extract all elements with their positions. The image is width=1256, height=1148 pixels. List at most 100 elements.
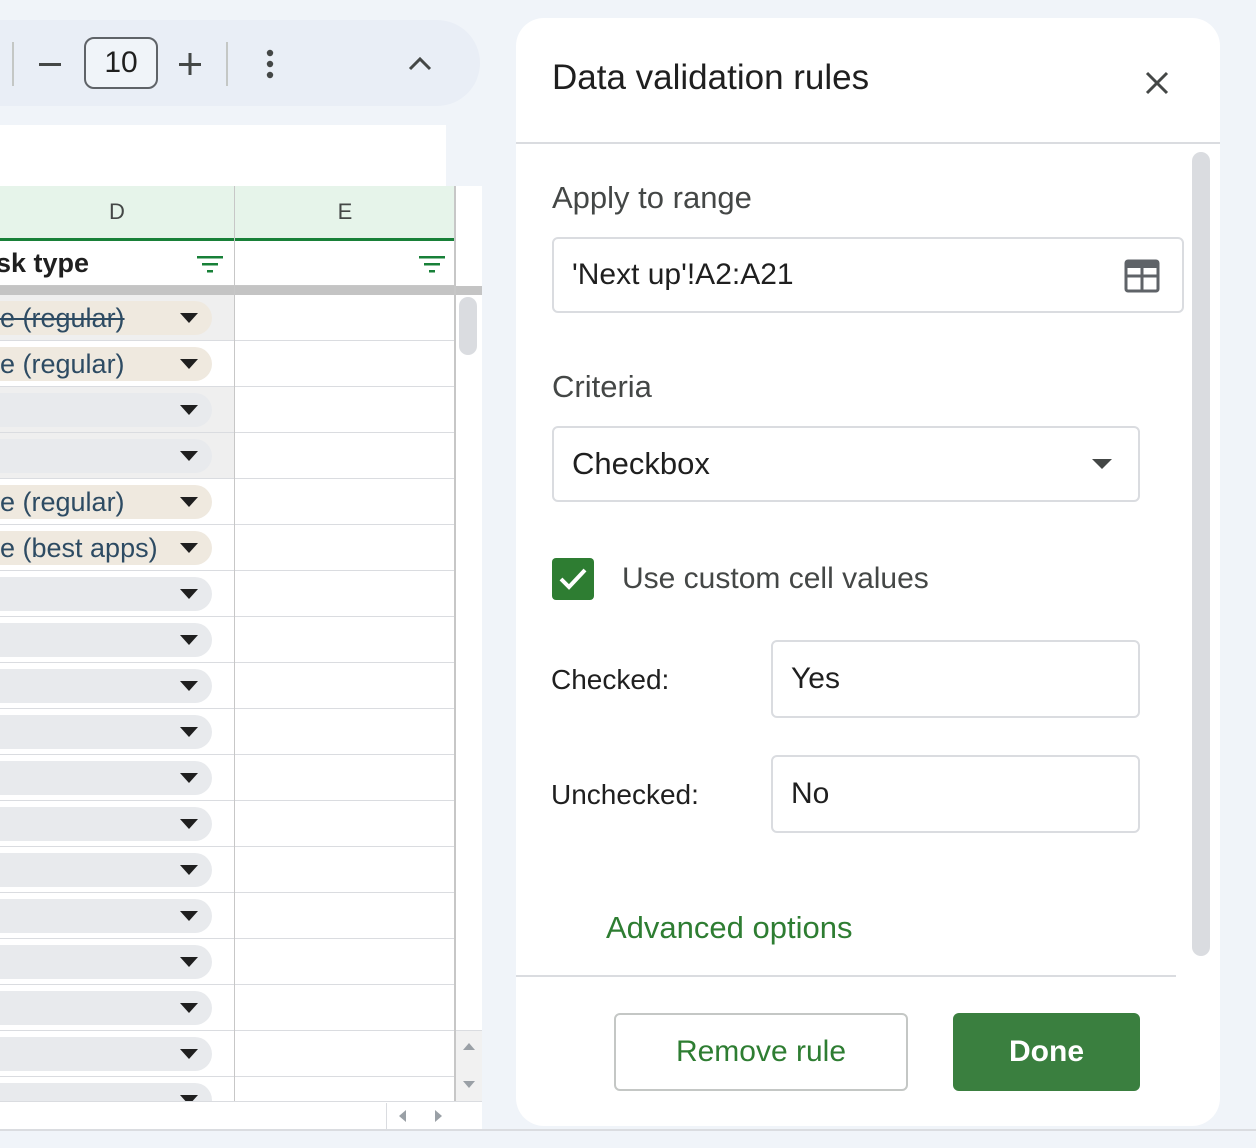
use-custom-values-checkbox[interactable] <box>552 558 594 600</box>
freeze-divider[interactable] <box>0 286 482 295</box>
more-options-button[interactable] <box>250 42 290 86</box>
dropdown-arrow-icon[interactable] <box>180 497 198 507</box>
increase-font-size-button[interactable] <box>170 42 210 86</box>
close-icon[interactable] <box>1142 68 1172 98</box>
scroll-right-icon[interactable] <box>435 1110 442 1122</box>
cell-e[interactable] <box>235 939 455 984</box>
dropdown-chip[interactable]: e (regular) <box>0 347 212 381</box>
cell-task-type[interactable] <box>0 571 234 616</box>
dropdown-chip[interactable] <box>0 669 212 703</box>
cell-e[interactable] <box>235 433 455 478</box>
dropdown-chip[interactable] <box>0 1083 212 1101</box>
dropdown-arrow-icon[interactable] <box>180 451 198 461</box>
cell-task-type[interactable] <box>0 801 234 846</box>
dropdown-arrow-icon[interactable] <box>180 1003 198 1013</box>
dropdown-chip[interactable] <box>0 623 212 657</box>
collapse-toolbar-button[interactable] <box>398 42 442 86</box>
cell-e[interactable] <box>235 387 455 432</box>
cell-task-type[interactable]: e (regular) <box>0 295 234 340</box>
cell-task-type[interactable] <box>0 893 234 938</box>
horizontal-scrollbar[interactable] <box>0 1101 482 1129</box>
remove-rule-button[interactable]: Remove rule <box>614 1013 908 1091</box>
checked-value-input[interactable]: Yes <box>771 640 1140 718</box>
scroll-down-icon[interactable] <box>463 1081 475 1088</box>
dropdown-chip[interactable]: e (regular) <box>0 485 212 519</box>
scrollbar-thumb[interactable] <box>459 297 477 355</box>
dropdown-arrow-icon[interactable] <box>180 727 198 737</box>
cell-e[interactable] <box>235 617 455 662</box>
dropdown-arrow-icon[interactable] <box>180 589 198 599</box>
dropdown-chip[interactable] <box>0 393 212 427</box>
range-input[interactable]: 'Next up'!A2:A21 <box>552 237 1184 313</box>
criteria-select[interactable]: Checkbox <box>552 426 1140 502</box>
cell-e[interactable] <box>235 709 455 754</box>
cell-task-type[interactable]: e (regular) <box>0 341 234 386</box>
cell-e[interactable] <box>235 525 455 570</box>
dropdown-arrow-icon[interactable] <box>180 635 198 645</box>
dropdown-chip[interactable] <box>0 899 212 933</box>
cell-task-type[interactable] <box>0 387 234 432</box>
dropdown-chip[interactable]: e (regular) <box>0 301 212 335</box>
dropdown-chip[interactable] <box>0 807 212 841</box>
cell-e[interactable] <box>235 893 455 938</box>
dropdown-chip[interactable] <box>0 945 212 979</box>
vertical-scrollbar[interactable] <box>456 295 482 1101</box>
cell-task-type[interactable] <box>0 663 234 708</box>
cell-task-type[interactable]: e (best apps) <box>0 525 234 570</box>
dropdown-chip[interactable]: e (best apps) <box>0 531 212 565</box>
cell-task-type[interactable] <box>0 939 234 984</box>
cell-e[interactable] <box>235 663 455 708</box>
dropdown-arrow-icon[interactable] <box>180 957 198 967</box>
dropdown-arrow-icon[interactable] <box>180 681 198 691</box>
cell-e[interactable] <box>235 1031 455 1076</box>
grid-select-icon[interactable] <box>1124 259 1160 293</box>
dropdown-chip[interactable] <box>0 439 212 473</box>
cell-e[interactable] <box>235 847 455 892</box>
dropdown-chip[interactable] <box>0 577 212 611</box>
cell-task-type[interactable] <box>0 1031 234 1076</box>
cell-e[interactable] <box>235 479 455 524</box>
cell-e[interactable] <box>235 341 455 386</box>
bottom-divider <box>0 1129 1256 1131</box>
dropdown-chip[interactable] <box>0 991 212 1025</box>
dropdown-arrow-icon[interactable] <box>180 313 198 323</box>
cell-task-type[interactable] <box>0 985 234 1030</box>
dropdown-arrow-icon[interactable] <box>180 543 198 553</box>
filter-icon[interactable] <box>418 253 446 275</box>
column-header-e[interactable]: E <box>235 186 455 241</box>
cell-e[interactable] <box>235 571 455 616</box>
dropdown-arrow-icon[interactable] <box>180 865 198 875</box>
unchecked-value-input[interactable]: No <box>771 755 1140 833</box>
cell-task-type[interactable]: e (regular) <box>0 479 234 524</box>
cell-e[interactable] <box>235 1077 455 1101</box>
dropdown-arrow-icon[interactable] <box>180 1049 198 1059</box>
filter-icon[interactable] <box>196 253 224 275</box>
cell-e[interactable] <box>235 755 455 800</box>
scroll-up-icon[interactable] <box>463 1043 475 1050</box>
dropdown-chip[interactable] <box>0 853 212 887</box>
dropdown-arrow-icon[interactable] <box>180 819 198 829</box>
scroll-left-icon[interactable] <box>399 1110 406 1122</box>
column-header-d[interactable]: D <box>0 186 234 241</box>
decrease-font-size-button[interactable] <box>30 42 70 86</box>
cell-task-type[interactable] <box>0 617 234 662</box>
cell-task-type[interactable] <box>0 1077 234 1101</box>
dropdown-arrow-icon[interactable] <box>180 359 198 369</box>
cell-task-type[interactable] <box>0 433 234 478</box>
dropdown-chip[interactable] <box>0 761 212 795</box>
done-button[interactable]: Done <box>953 1013 1140 1091</box>
dropdown-chip[interactable] <box>0 1037 212 1071</box>
font-size-input[interactable]: 10 <box>84 37 158 89</box>
dropdown-chip[interactable] <box>0 715 212 749</box>
cell-task-type[interactable] <box>0 709 234 754</box>
dropdown-arrow-icon[interactable] <box>180 911 198 921</box>
cell-e[interactable] <box>235 295 455 340</box>
cell-e[interactable] <box>235 801 455 846</box>
cell-e[interactable] <box>235 985 455 1030</box>
dropdown-arrow-icon[interactable] <box>180 773 198 783</box>
panel-scrollbar[interactable] <box>1192 152 1210 956</box>
dropdown-arrow-icon[interactable] <box>180 405 198 415</box>
cell-task-type[interactable] <box>0 847 234 892</box>
cell-task-type[interactable] <box>0 755 234 800</box>
advanced-options-link[interactable]: Advanced options <box>606 910 852 946</box>
